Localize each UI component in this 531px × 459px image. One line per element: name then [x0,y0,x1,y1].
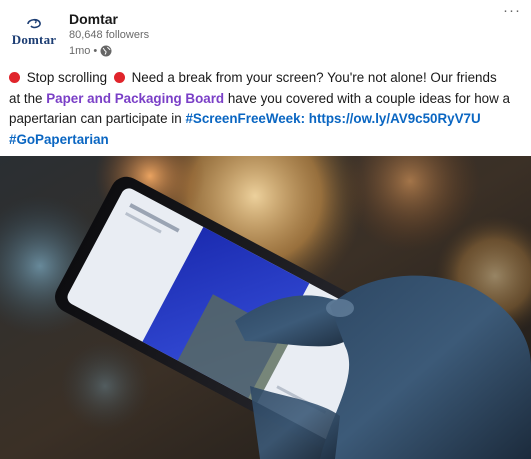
post-line-1: Stop scrolling Need a break from your sc… [9,68,525,89]
follower-count: 80,648 followers [69,29,150,41]
meta-separator: • [93,45,98,57]
hashtag-link[interactable]: #ScreenFreeWeek: [185,111,305,126]
hashtag-link[interactable]: #GoPapertarian [9,132,109,147]
post-line-2: at the Paper and Packaging Board have yo… [9,89,525,110]
linkedin-post: Domtar Domtar 80,648 followers 1mo • ···… [0,0,531,459]
red-circle-emoji-icon [113,72,125,83]
company-logo[interactable]: Domtar [8,8,60,56]
post-text: Stop scrolling Need a break from your sc… [9,68,525,150]
red-circle-emoji-icon [9,72,20,83]
post-meta: 1mo • [69,44,112,58]
post-image[interactable] [0,156,531,459]
post-header: Domtar Domtar 80,648 followers 1mo • ··· [0,0,531,66]
post-line-4: #GoPapertarian [9,130,525,151]
post-time: 1mo [69,45,91,57]
author-name[interactable]: Domtar [69,11,118,27]
globe-icon [100,45,112,57]
post-line-3: papertarian can participate in #ScreenFr… [9,109,525,130]
post-text-segment: Need a break from your screen? You're no… [131,70,497,85]
company-mention-link[interactable]: Paper and Packaging Board [46,91,224,106]
domtar-swirl-icon [27,18,41,29]
post-text-segment: have you covered with a couple ideas for… [227,90,510,106]
post-text-segment: at the [9,90,43,106]
more-options-button[interactable]: ··· [503,2,521,19]
hand-holding-phone-image [0,156,531,459]
post-text-segment: Stop scrolling [26,70,108,85]
post-text-segment: papertarian can participate in [9,111,182,126]
url-link[interactable]: https://ow.ly/AV9c50RyV7U [309,111,481,126]
logo-wordmark: Domtar [11,32,57,47]
